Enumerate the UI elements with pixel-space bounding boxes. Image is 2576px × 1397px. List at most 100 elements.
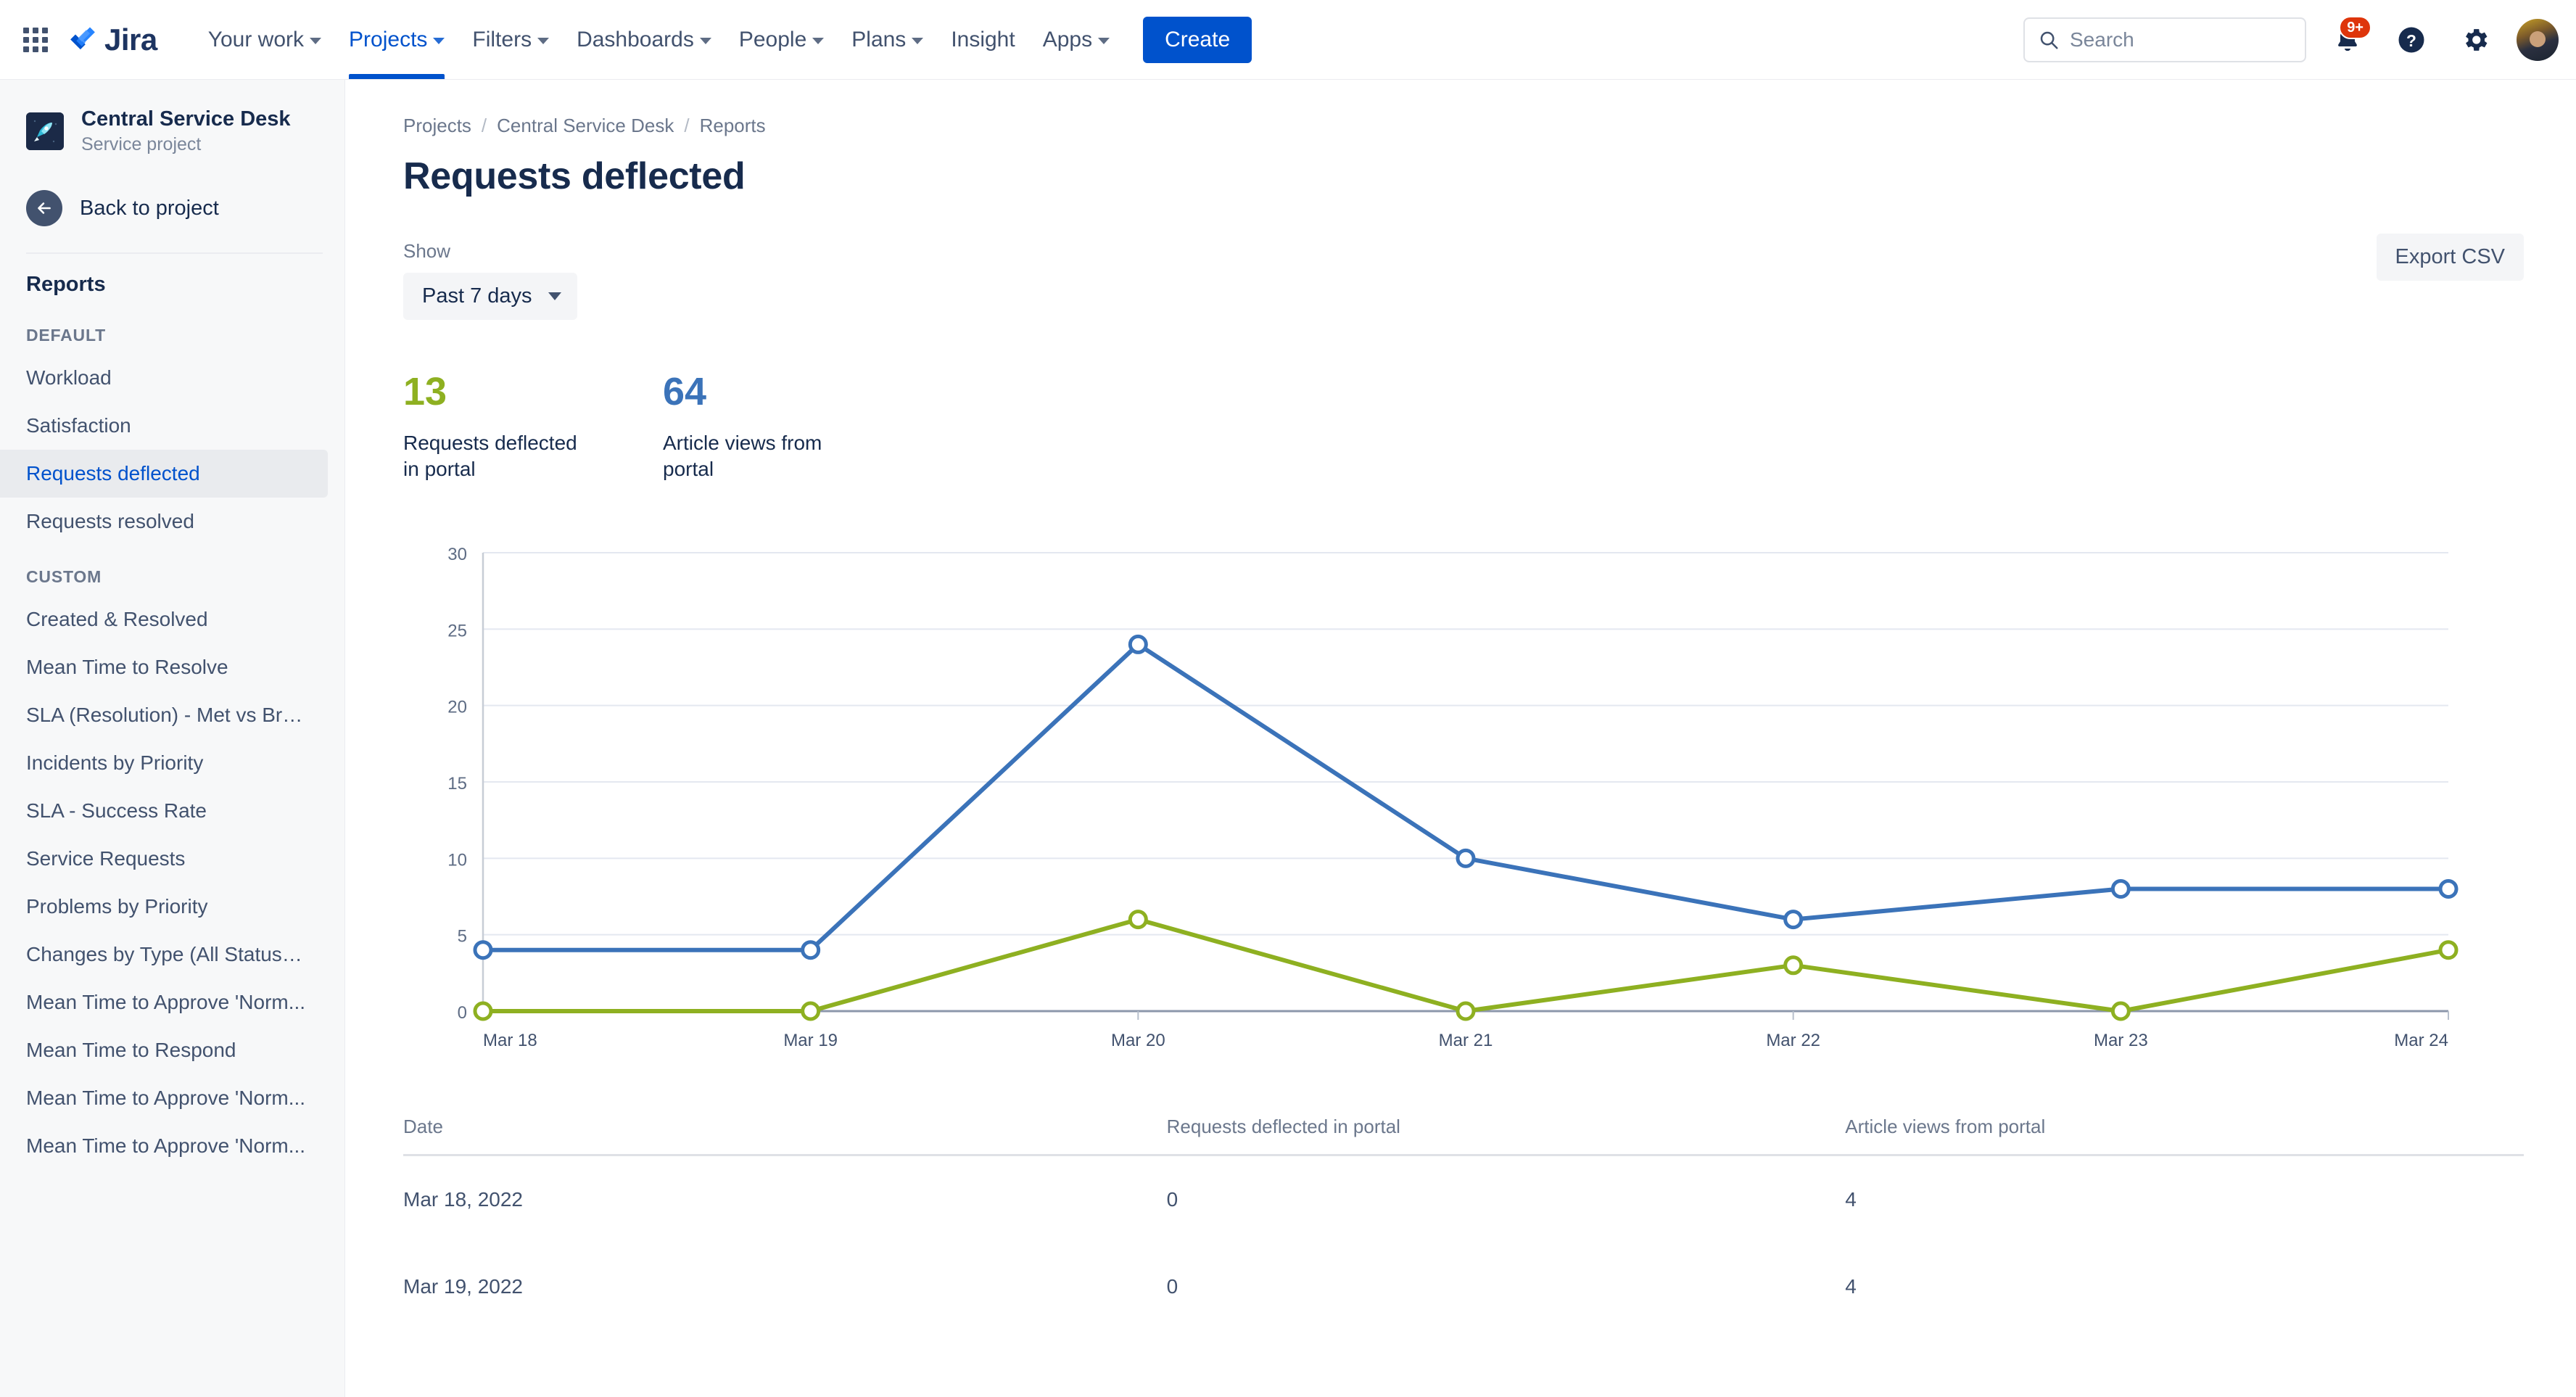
sidebar-item-changes-by-type[interactable]: Changes by Type (All Statuses) [0, 931, 328, 978]
cell-deflected[interactable]: 0 [1167, 1155, 1846, 1243]
project-type: Service project [81, 134, 202, 155]
avatar[interactable] [2517, 18, 2559, 61]
series-line [481, 917, 2451, 1013]
breadcrumb-central-service-desk[interactable]: Central Service Desk [497, 115, 674, 137]
table-row: Mar 19, 2022 0 4 [403, 1243, 2524, 1330]
nav-filters[interactable]: Filters [459, 0, 562, 79]
stat-value: 13 [403, 370, 447, 413]
sidebar-item-incidents-by-priority[interactable]: Incidents by Priority [0, 739, 328, 787]
help-icon: ? [2398, 27, 2424, 52]
sidebar-item-satisfaction[interactable]: Satisfaction [0, 402, 328, 450]
nav-insight[interactable]: Insight [938, 0, 1028, 79]
data-point[interactable] [1456, 1001, 1476, 1021]
stat-article-views: 64 Article views from portal [663, 372, 851, 483]
data-point[interactable] [473, 940, 493, 960]
nav-your-work[interactable]: Your work [195, 0, 334, 79]
rocket-icon [26, 112, 64, 151]
x-axis-tick-label: Mar 18 [483, 1031, 537, 1050]
sidebar-item-mean-time-to-approve-1[interactable]: Mean Time to Approve 'Norm... [0, 978, 328, 1026]
x-axis-tick-label: Mar 24 [2394, 1031, 2448, 1050]
breadcrumb-projects[interactable]: Projects [403, 115, 471, 137]
x-axis-tick-label: Mar 22 [1766, 1031, 1820, 1050]
report-table: Date Requests deflected in portal Articl… [403, 1115, 2524, 1330]
sidebar-section-custom: CUSTOM [26, 567, 102, 587]
gear-icon [2466, 28, 2488, 51]
nav-projects[interactable]: Projects [336, 0, 458, 79]
sidebar-item-service-requests[interactable]: Service Requests [0, 835, 328, 883]
help-button[interactable]: ? [2389, 17, 2434, 62]
search-input[interactable]: Search [2023, 17, 2306, 62]
nav-people[interactable]: People [726, 0, 837, 79]
settings-button[interactable] [2453, 17, 2498, 62]
cell-deflected[interactable]: 0 [1167, 1243, 1846, 1330]
jira-mark-icon [68, 25, 97, 54]
nav-label: Dashboards [577, 27, 694, 51]
nav-dashboards[interactable]: Dashboards [564, 0, 724, 79]
period-select-value: Past 7 days [422, 284, 532, 308]
project-sidebar: Central Service Desk Service project Bac… [0, 80, 345, 1397]
notifications-button[interactable]: 9+ [2325, 15, 2371, 62]
sidebar-item-created-resolved[interactable]: Created & Resolved [0, 596, 328, 643]
x-axis-tick-label: Mar 19 [783, 1031, 838, 1050]
y-axis-tick-label: 25 [447, 621, 467, 640]
sidebar-item-requests-deflected[interactable]: Requests deflected [0, 450, 328, 498]
nav-label: Projects [349, 27, 428, 51]
nav-apps[interactable]: Apps [1030, 0, 1123, 79]
table-header-row: Date Requests deflected in portal Articl… [403, 1115, 2524, 1156]
chevron-down-icon [912, 37, 924, 44]
summary-stats: 13 Requests deflected in portal 64 Artic… [403, 372, 2524, 483]
data-point[interactable] [2438, 878, 2459, 899]
breadcrumb-separator: / [481, 115, 487, 136]
sidebar-item-mean-time-to-approve-3[interactable]: Mean Time to Approve 'Norm... [0, 1122, 328, 1170]
project-name: Central Service Desk [81, 107, 291, 131]
sidebar-item-sla-resolution[interactable]: SLA (Resolution) - Met vs Bre... [0, 691, 328, 739]
data-point[interactable] [2438, 940, 2459, 960]
nav-label: Your work [207, 27, 305, 51]
data-point[interactable] [1128, 909, 1148, 929]
project-header[interactable]: Central Service Desk Service project [0, 96, 344, 167]
chevron-down-icon [537, 37, 550, 44]
cell-views[interactable]: 4 [1845, 1155, 2524, 1243]
show-label: Show [403, 240, 451, 262]
search-placeholder: Search [2070, 28, 2134, 51]
sidebar-item-requests-resolved[interactable]: Requests resolved [0, 498, 328, 545]
sidebar-item-mean-time-to-resolve[interactable]: Mean Time to Resolve [0, 643, 328, 691]
stat-value: 64 [663, 370, 707, 413]
data-point[interactable] [1456, 848, 1476, 868]
y-axis-tick-label: 30 [447, 545, 467, 564]
breadcrumb-reports[interactable]: Reports [700, 115, 766, 137]
nav-right-actions: Search 9+ ? [2023, 15, 2559, 62]
data-point[interactable] [473, 1001, 493, 1021]
jira-wordmark: Jira [104, 22, 157, 57]
data-point[interactable] [1128, 634, 1148, 654]
data-point[interactable] [801, 940, 821, 960]
nav-label: Plans [851, 27, 907, 51]
y-axis-tick-label: 10 [447, 850, 467, 870]
data-point[interactable] [2110, 1001, 2131, 1021]
nav-plans[interactable]: Plans [838, 0, 936, 79]
main-nav: Your work Projects Filters Dashboards Pe… [195, 0, 1252, 79]
back-to-project-link[interactable]: Back to project [0, 177, 344, 239]
sidebar-item-mean-time-to-approve-2[interactable]: Mean Time to Approve 'Norm... [0, 1074, 328, 1122]
x-axis-tick-label: Mar 21 [1439, 1031, 1493, 1050]
period-select[interactable]: Past 7 days [403, 273, 577, 320]
create-button[interactable]: Create [1143, 16, 1252, 63]
cell-views[interactable]: 4 [1845, 1243, 2524, 1330]
data-point[interactable] [2110, 878, 2131, 899]
data-point[interactable] [1783, 955, 1804, 976]
jira-logo[interactable]: Jira [68, 22, 157, 57]
sidebar-item-workload[interactable]: Workload [0, 354, 328, 402]
requests-deflected-chart: 0 5 10 15 20 25 30 Mar 18 Mar 19 Mar 20 Mar 21 Mar … [403, 540, 2524, 1091]
y-axis-tick-label: 0 [458, 1003, 467, 1023]
data-point[interactable] [801, 1001, 821, 1021]
apps-grid-icon[interactable] [19, 23, 52, 57]
sidebar-item-sla-success-rate[interactable]: SLA - Success Rate [0, 787, 328, 835]
export-csv-button[interactable]: Export CSV [2376, 234, 2524, 281]
sidebar-section-default: DEFAULT [26, 326, 106, 345]
chevron-down-icon [310, 37, 322, 44]
y-axis-tick-label: 20 [447, 697, 467, 717]
sidebar-item-mean-time-to-respond[interactable]: Mean Time to Respond [0, 1026, 328, 1074]
x-axis-tick-label: Mar 23 [2094, 1031, 2148, 1050]
data-point[interactable] [1783, 909, 1804, 929]
sidebar-item-problems-by-priority[interactable]: Problems by Priority [0, 883, 328, 931]
